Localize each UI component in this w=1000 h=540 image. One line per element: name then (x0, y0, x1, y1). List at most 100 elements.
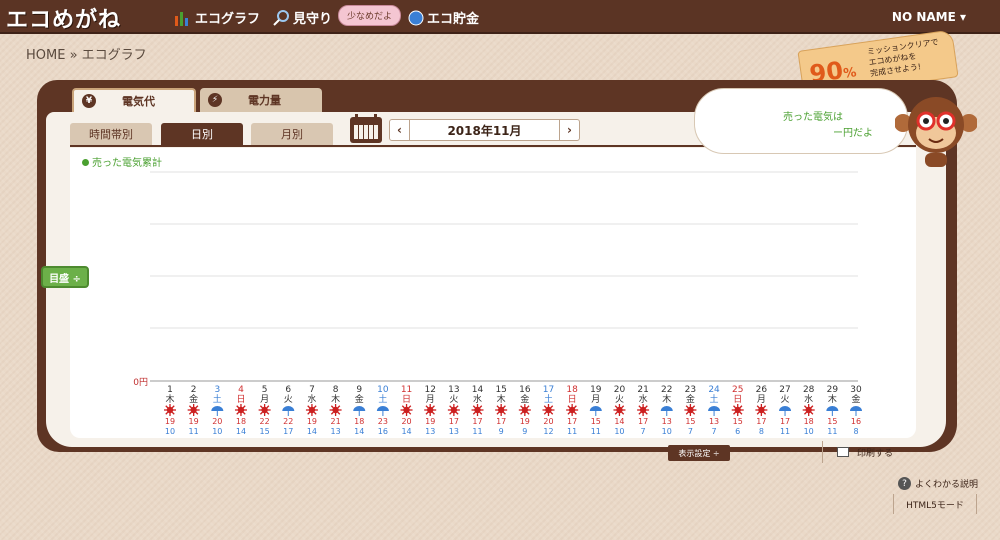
high-temp: 18 (236, 417, 246, 426)
sun-icon (258, 404, 271, 416)
sun-ray (425, 411, 429, 415)
high-temp: 19 (307, 417, 317, 426)
high-temp: 13 (709, 417, 719, 426)
high-temp: 17 (449, 417, 459, 426)
low-temp: 7 (688, 427, 693, 436)
high-temp: 17 (496, 417, 506, 426)
low-temp: 13 (449, 427, 459, 436)
low-temp: 10 (212, 427, 222, 436)
weekday-label: 火 (615, 394, 624, 405)
sun-ray (330, 411, 334, 415)
high-temp: 21 (330, 417, 340, 426)
high-temp: 17 (756, 417, 766, 426)
sun-ray (242, 405, 246, 409)
sun-ray (425, 405, 429, 409)
weekday-label: 月 (591, 394, 600, 405)
y-tick-label: 0円 (133, 377, 148, 388)
high-temp: 17 (780, 417, 790, 426)
sun-icon (613, 404, 626, 416)
high-temp: 17 (638, 417, 648, 426)
sun-core (332, 406, 339, 414)
high-temp: 17 (567, 417, 577, 426)
high-temp: 17 (472, 417, 482, 426)
sun-icon (684, 404, 697, 416)
sun-core (237, 406, 245, 414)
sun-ray (621, 411, 625, 415)
sun-ray (733, 411, 737, 415)
sun-ray (543, 405, 547, 409)
weekday-label: 日 (236, 394, 245, 405)
sun-icon (329, 404, 342, 416)
day-label: 7 (309, 385, 315, 395)
sun-ray (520, 405, 524, 409)
weekday-label: 土 (544, 393, 553, 405)
sun-ray (567, 411, 571, 415)
help-link[interactable]: ? よくわかる説明 (898, 477, 978, 490)
day-label: 8 (333, 385, 339, 395)
high-temp: 18 (354, 417, 364, 426)
day-label: 9 (356, 385, 362, 395)
sun-ray (313, 405, 317, 409)
day-label: 21 (637, 385, 648, 395)
sun-ray (803, 405, 808, 409)
weekday-label: 月 (757, 394, 766, 405)
low-temp: 10 (662, 427, 672, 436)
sun-ray (810, 405, 814, 409)
sun-core (687, 406, 694, 414)
sun-core (308, 406, 316, 414)
sun-icon (424, 404, 437, 416)
html5-mode-button[interactable]: HTML5モード (893, 494, 977, 514)
high-temp: 15 (685, 417, 695, 426)
sun-icon (471, 404, 484, 416)
weekday-label: 木 (331, 393, 340, 405)
sun-ray (236, 411, 240, 415)
low-temp: 7 (641, 427, 646, 436)
sun-ray (266, 405, 270, 409)
weekday-label: 木 (828, 393, 837, 405)
sun-ray (763, 405, 767, 409)
sun-core (403, 406, 410, 414)
high-temp: 20 (212, 417, 222, 426)
sun-icon (305, 404, 318, 416)
weekday-label: 日 (402, 394, 411, 405)
high-temp: 15 (827, 417, 837, 426)
sun-core (805, 406, 812, 414)
sun-ray (431, 411, 435, 415)
sun-icon (400, 404, 413, 416)
scale-button[interactable]: 目盛 ÷ (41, 266, 89, 288)
low-temp: 14 (236, 427, 246, 436)
sun-ray (614, 411, 618, 415)
weekday-label: 木 (497, 393, 506, 405)
day-label: 25 (732, 385, 743, 395)
sold-value: ー円だよ (833, 128, 873, 139)
low-temp: 8 (759, 427, 764, 436)
sun-core (474, 406, 481, 414)
low-temp: 6 (735, 427, 740, 436)
weekday-label: 土 (710, 393, 719, 405)
sun-core (734, 406, 741, 414)
sun-core (758, 406, 765, 414)
sun-ray (733, 405, 737, 409)
sun-icon (495, 404, 508, 416)
umbrella-icon (282, 406, 295, 411)
high-temp: 18 (804, 417, 814, 426)
sun-icon (447, 404, 460, 416)
sun-ray (810, 411, 814, 415)
sun-core (427, 406, 434, 414)
high-temp: 15 (591, 417, 601, 426)
umbrella-icon (779, 406, 792, 411)
high-temp: 14 (614, 417, 624, 426)
sun-ray (408, 405, 412, 409)
weekday-label: 木 (165, 393, 174, 405)
display-settings-button[interactable]: 表示設定 ÷ (668, 445, 730, 461)
weekday-label: 火 (449, 394, 458, 405)
sun-ray (431, 405, 435, 409)
sun-ray (496, 405, 500, 409)
sun-ray (526, 405, 530, 409)
sun-ray (313, 411, 317, 415)
weekday-label: 金 (851, 393, 860, 405)
sun-ray (502, 405, 506, 409)
day-label: 29 (827, 385, 839, 395)
print-button[interactable]: 印刷する (822, 441, 916, 463)
day-label: 28 (803, 385, 815, 395)
